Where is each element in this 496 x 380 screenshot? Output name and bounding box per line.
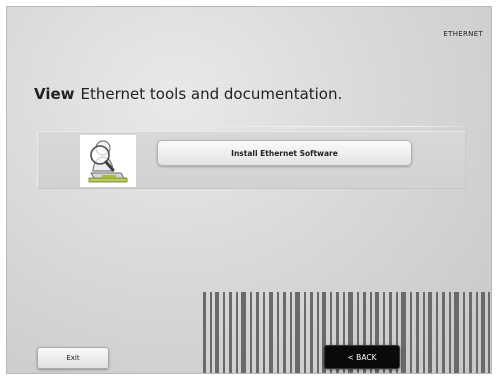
install-ethernet-software-button[interactable]: Install Ethernet Software	[157, 140, 412, 166]
heading-text: Ethernet tools and documentation.	[80, 85, 343, 103]
back-button[interactable]: < BACK	[324, 345, 400, 369]
heading-strong: View	[34, 85, 75, 103]
installer-window: ETHERNET View Ethernet tools and document…	[6, 6, 492, 374]
exit-button[interactable]: Exit	[37, 347, 109, 369]
user-magnifier-icon	[80, 135, 136, 187]
section-tag: ETHERNET	[443, 30, 483, 38]
divider-line	[177, 126, 477, 127]
page-heading: View Ethernet tools and documentation.	[34, 85, 342, 103]
